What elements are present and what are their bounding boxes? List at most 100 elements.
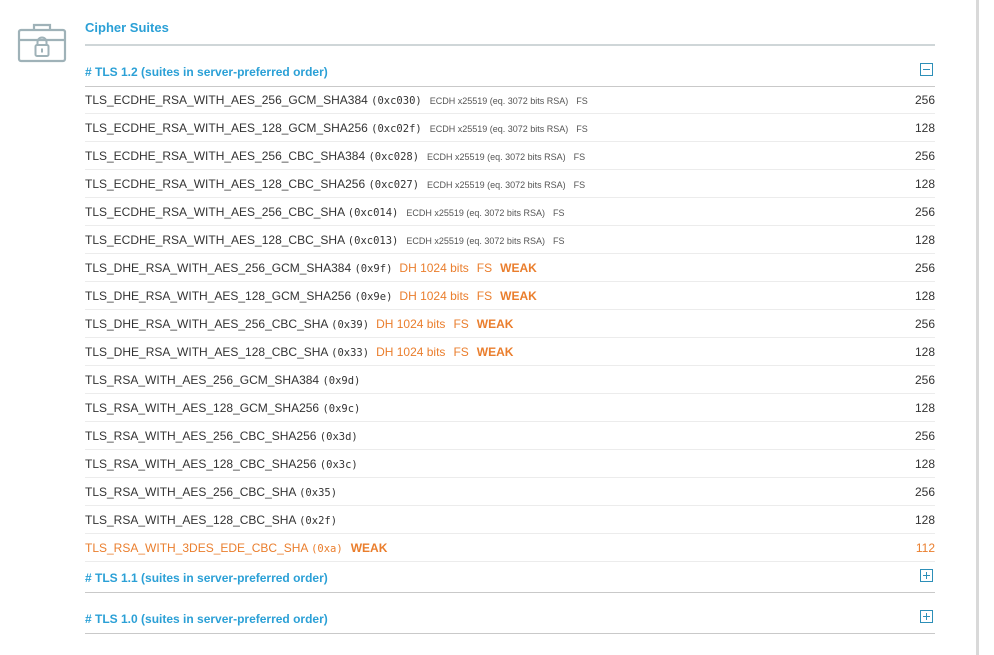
key-bits: 256 — [914, 93, 935, 107]
table-row: TLS_RSA_WITH_AES_256_CBC_SHA (0x35) 256 — [85, 478, 935, 506]
suite-name: TLS_ECDHE_RSA_WITH_AES_256_GCM_SHA384 (0… — [85, 93, 588, 107]
suite-name: TLS_DHE_RSA_WITH_AES_256_GCM_SHA384 (0x9… — [85, 261, 537, 275]
suite-code: (0x39) — [331, 319, 370, 331]
suite-label: TLS_RSA_WITH_3DES_EDE_CBC_SHA — [85, 541, 308, 555]
key-bits: 128 — [914, 457, 935, 471]
suite-code: (0x33) — [331, 347, 370, 359]
key-exchange-info: ECDH x25519 (eq. 3072 bits RSA) — [406, 208, 545, 218]
suite-code: (0xc028) — [368, 151, 420, 163]
key-bits: 112 — [915, 541, 935, 555]
suite-label: TLS_RSA_WITH_AES_256_CBC_SHA — [85, 485, 296, 499]
key-exchange-info: DH 1024 bits — [376, 345, 446, 359]
table-row: TLS_RSA_WITH_AES_256_GCM_SHA384 (0x9d) 25… — [85, 366, 935, 394]
scroll-divider — [976, 0, 979, 655]
group-header-tls11[interactable]: # TLS 1.1 (suites in server-preferred or… — [85, 566, 935, 593]
suite-name: TLS_ECDHE_RSA_WITH_AES_128_GCM_SHA256 (0… — [85, 121, 588, 135]
suite-name: TLS_DHE_RSA_WITH_AES_128_CBC_SHA (0x33) D… — [85, 345, 513, 359]
suite-name: TLS_RSA_WITH_AES_128_CBC_SHA256 (0x3c) — [85, 457, 358, 471]
table-row: TLS_RSA_WITH_AES_128_GCM_SHA256 (0x9c) 12… — [85, 394, 935, 422]
key-bits: 256 — [914, 261, 935, 275]
forward-secrecy-badge: FS — [453, 345, 469, 359]
group-header-tls10[interactable]: # TLS 1.0 (suites in server-preferred or… — [85, 607, 935, 634]
suite-label: TLS_RSA_WITH_AES_256_GCM_SHA384 — [85, 373, 320, 387]
suite-code: (0x3c) — [319, 459, 358, 471]
weak-badge: WEAK — [476, 345, 514, 359]
key-bits: 128 — [914, 401, 935, 415]
table-row: TLS_ECDHE_RSA_WITH_AES_128_CBC_SHA (0xc0… — [85, 226, 935, 254]
suite-label: TLS_RSA_WITH_AES_128_CBC_SHA256 — [85, 457, 317, 471]
suite-label: TLS_RSA_WITH_AES_128_GCM_SHA256 — [85, 401, 320, 415]
table-row: TLS_ECDHE_RSA_WITH_AES_256_CBC_SHA384 (0… — [85, 142, 935, 170]
suite-label: TLS_RSA_WITH_AES_256_CBC_SHA256 — [85, 429, 317, 443]
suite-label: TLS_ECDHE_RSA_WITH_AES_128_CBC_SHA — [85, 233, 345, 247]
key-exchange-info: ECDH x25519 (eq. 3072 bits RSA) — [427, 152, 566, 162]
group-label-tls12[interactable]: # TLS 1.2 (suites in server-preferred or… — [85, 65, 328, 79]
suite-name: TLS_ECDHE_RSA_WITH_AES_128_CBC_SHA (0xc0… — [85, 233, 564, 247]
suite-code: (0xa) — [311, 543, 343, 555]
lock-briefcase-icon — [17, 23, 67, 63]
suite-label: TLS_RSA_WITH_AES_128_CBC_SHA — [85, 513, 296, 527]
suite-code: (0x2f) — [299, 515, 338, 527]
suite-name: TLS_RSA_WITH_3DES_EDE_CBC_SHA (0xa) WEAK — [85, 541, 387, 555]
key-exchange-info: DH 1024 bits — [376, 317, 446, 331]
section-divider — [85, 44, 935, 46]
suite-label: TLS_DHE_RSA_WITH_AES_256_GCM_SHA384 — [85, 261, 352, 275]
key-bits: 256 — [914, 373, 935, 387]
suite-label: TLS_ECDHE_RSA_WITH_AES_256_CBC_SHA384 — [85, 149, 366, 163]
key-bits: 128 — [914, 289, 935, 303]
forward-secrecy-badge: FS — [573, 180, 586, 190]
table-row: TLS_DHE_RSA_WITH_AES_256_CBC_SHA (0x39) D… — [85, 310, 935, 338]
table-row: TLS_ECDHE_RSA_WITH_AES_128_CBC_SHA256 (0… — [85, 170, 935, 198]
suite-code: (0x9e) — [354, 291, 393, 303]
suite-code: (0x35) — [299, 487, 338, 499]
suite-name: TLS_RSA_WITH_AES_256_GCM_SHA384 (0x9d) — [85, 373, 360, 387]
suite-label: TLS_ECDHE_RSA_WITH_AES_256_GCM_SHA384 — [85, 93, 368, 107]
forward-secrecy-badge: FS — [453, 317, 469, 331]
key-bits: 128 — [914, 121, 935, 135]
suite-name: TLS_ECDHE_RSA_WITH_AES_256_CBC_SHA384 (0… — [85, 149, 585, 163]
key-exchange-info: ECDH x25519 (eq. 3072 bits RSA) — [427, 180, 566, 190]
suite-name: TLS_RSA_WITH_AES_128_CBC_SHA (0x2f) — [85, 513, 337, 527]
key-bits: 256 — [914, 149, 935, 163]
suite-name: TLS_ECDHE_RSA_WITH_AES_128_CBC_SHA256 (0… — [85, 177, 585, 191]
suite-label: TLS_ECDHE_RSA_WITH_AES_256_CBC_SHA — [85, 205, 345, 219]
suite-label: TLS_ECDHE_RSA_WITH_AES_128_GCM_SHA256 — [85, 121, 368, 135]
table-row: TLS_RSA_WITH_AES_128_CBC_SHA (0x2f) 128 — [85, 506, 935, 534]
key-bits: 128 — [914, 233, 935, 247]
suite-label: TLS_DHE_RSA_WITH_AES_128_CBC_SHA — [85, 345, 328, 359]
suite-name: TLS_DHE_RSA_WITH_AES_128_GCM_SHA256 (0x9… — [85, 289, 537, 303]
suite-code: (0xc02f) — [371, 123, 422, 135]
key-bits: 256 — [914, 317, 935, 331]
suite-name: TLS_ECDHE_RSA_WITH_AES_256_CBC_SHA (0xc0… — [85, 205, 564, 219]
plus-box-icon[interactable] — [920, 569, 933, 582]
table-row: TLS_RSA_WITH_3DES_EDE_CBC_SHA (0xa) WEAK 1… — [85, 534, 935, 562]
suite-label: TLS_ECDHE_RSA_WITH_AES_128_CBC_SHA256 — [85, 177, 366, 191]
weak-badge: WEAK — [500, 261, 537, 275]
key-bits: 256 — [914, 205, 935, 219]
table-row: TLS_RSA_WITH_AES_128_CBC_SHA256 (0x3c) 12… — [85, 450, 935, 478]
group-label-tls10[interactable]: # TLS 1.0 (suites in server-preferred or… — [85, 612, 328, 626]
suite-code: (0xc027) — [368, 179, 420, 191]
forward-secrecy-badge: FS — [476, 261, 493, 275]
key-exchange-info: ECDH x25519 (eq. 3072 bits RSA) — [429, 124, 569, 134]
group-label-tls11[interactable]: # TLS 1.1 (suites in server-preferred or… — [85, 571, 328, 585]
table-row: TLS_DHE_RSA_WITH_AES_128_GCM_SHA256 (0x9… — [85, 282, 935, 310]
key-bits: 128 — [914, 177, 935, 191]
suite-name: TLS_RSA_WITH_AES_256_CBC_SHA (0x35) — [85, 485, 337, 499]
key-bits: 128 — [914, 345, 935, 359]
minus-box-icon[interactable] — [920, 63, 933, 76]
group-header-tls12[interactable]: # TLS 1.2 (suites in server-preferred or… — [85, 60, 935, 87]
weak-badge: WEAK — [476, 317, 514, 331]
suite-code: (0x3d) — [319, 431, 358, 443]
key-bits: 256 — [914, 429, 935, 443]
key-bits: 128 — [914, 513, 935, 527]
suite-code: (0xc030) — [371, 95, 422, 107]
key-exchange-info: DH 1024 bits — [399, 261, 469, 275]
suite-code: (0x9c) — [322, 403, 361, 415]
suite-name: TLS_RSA_WITH_AES_128_GCM_SHA256 (0x9c) — [85, 401, 360, 415]
plus-box-icon[interactable] — [920, 610, 933, 623]
key-bits: 256 — [914, 485, 935, 499]
key-exchange-info: ECDH x25519 (eq. 3072 bits RSA) — [406, 236, 545, 246]
suite-code: (0xc013) — [347, 235, 399, 247]
forward-secrecy-badge: FS — [576, 124, 588, 134]
